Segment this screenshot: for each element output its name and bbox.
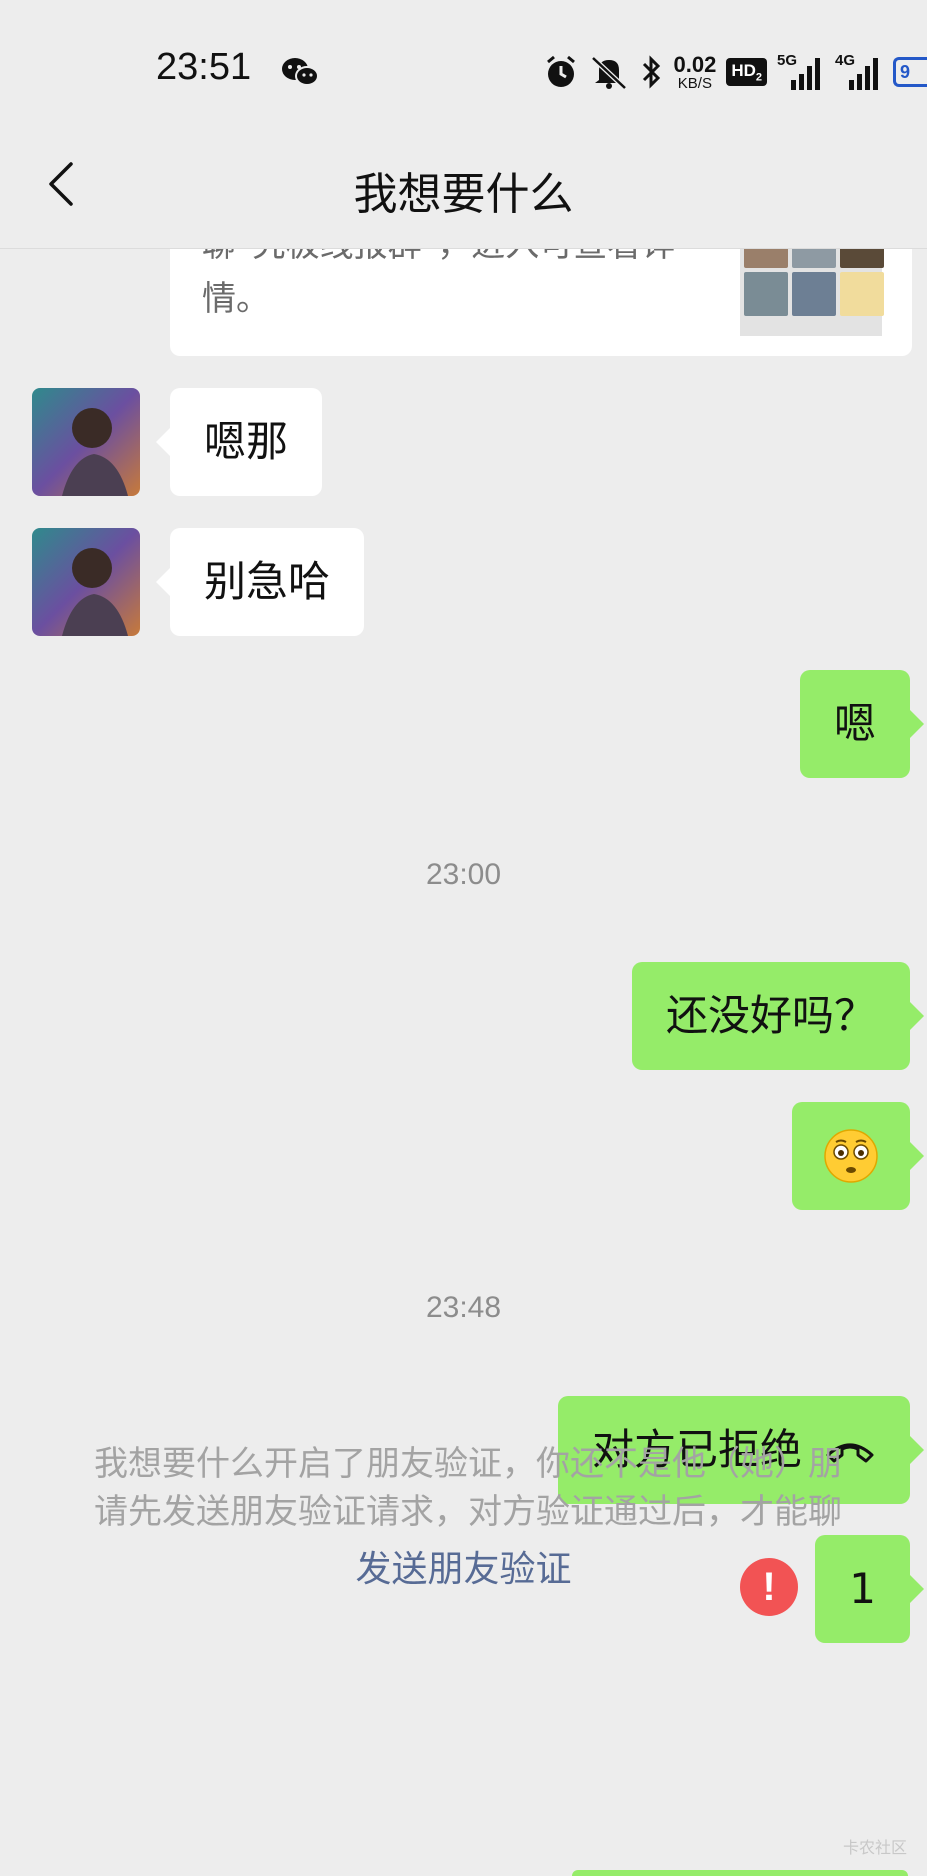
timestamp: 23:00 (425, 858, 502, 891)
send-friend-request-link[interactable]: 发送朋友验证 (0, 1540, 927, 1592)
message-text: 还没好吗？ (665, 991, 876, 1040)
battery-level: 9 (900, 61, 911, 82)
contact-avatar[interactable] (32, 528, 140, 636)
outgoing-message[interactable]: 嗯 (799, 670, 925, 778)
system-notice: 我想要什么开启了朋友验证，你还不是他（她）朋 请先发送朋友验证请求，对方验证通过… (94, 1440, 927, 1536)
message-text: 嗯 (833, 699, 876, 748)
contact-avatar[interactable] (32, 388, 140, 496)
speed-value: 0.02 (673, 51, 717, 77)
group-member-thumb (792, 272, 836, 316)
battery-icon: 9 (893, 57, 927, 87)
network-speed: 0.02 KB/S (673, 51, 717, 92)
bottom-bubble-edge (572, 1870, 908, 1876)
wechat-icon (282, 58, 319, 86)
group-member-thumb (744, 272, 788, 316)
group-member-thumb (840, 272, 884, 316)
status-time: 23:51 (156, 46, 252, 88)
hd-sub: 2 (755, 71, 762, 84)
system-notice-line: 我想要什么开启了朋友验证，你还不是他（她）朋 (94, 1444, 842, 1484)
message-text: 嗯那 (204, 417, 289, 466)
hd-badge: HD2 (726, 57, 767, 87)
signal-4g-icon: 4G (835, 52, 883, 92)
incoming-message[interactable]: 别急哈 (155, 528, 365, 636)
chat-area: 聊"究极线报群"，进入可查看详情。 嗯那 (0, 218, 927, 1876)
incoming-message[interactable]: 嗯那 (155, 388, 323, 496)
system-notice-line: 请先发送朋友验证请求，对方验证通过后，才能聊 (94, 1492, 842, 1532)
flushed-face-icon (824, 1129, 878, 1183)
bluetooth-icon (643, 55, 661, 89)
timestamp: 23:48 (425, 1291, 502, 1324)
outgoing-message[interactable] (792, 1102, 924, 1210)
outgoing-message[interactable]: 还没好吗？ (631, 962, 925, 1070)
hd-label: HD (731, 60, 756, 80)
message-text: 别急哈 (204, 557, 331, 606)
mute-bell-icon (591, 56, 628, 90)
speed-unit: KB/S (677, 74, 712, 92)
status-bar: 23:51 0.02 KB/S HD2 5G 4G 9 (0, 0, 927, 120)
signal-5g-icon: 5G (777, 52, 825, 92)
watermark: 卡农社区 (842, 1838, 907, 1857)
chat-title: 我想要什么 (353, 169, 574, 220)
alarm-icon (547, 55, 576, 87)
title-bar: 我想要什么 (0, 120, 927, 249)
